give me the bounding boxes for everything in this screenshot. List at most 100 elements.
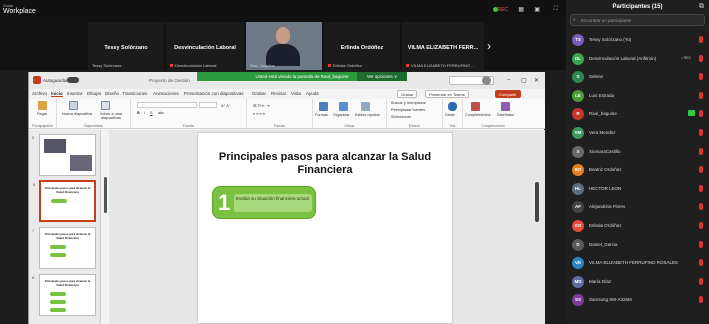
slide-thumbnail[interactable]: 7 Principales pasos para alcanzar la Sal… [32,227,96,269]
current-slide[interactable]: Principales pasos para alcanzar la Salud… [197,132,453,324]
muted-microphone-icon[interactable] [699,54,703,62]
participant-row[interactable]: DL Desvinculación Laboral (Anfitrión) • RE… [566,51,709,67]
muted-microphone-icon[interactable] [699,222,703,229]
muted-microphone-icon[interactable] [699,147,703,155]
muted-microphone-icon[interactable] [699,203,703,211]
present-teams-button[interactable]: Presentar en Teams [425,90,469,98]
muted-icon [406,64,409,67]
menu-dibujar[interactable]: Dibujar [87,91,101,96]
strikethrough-icon[interactable]: abc [158,111,164,115]
user-avatar[interactable] [482,76,491,85]
muted-microphone-icon[interactable] [699,277,703,285]
participant-row[interactable]: TS Tessy Solórzano (Yo) [566,32,709,48]
participant-row[interactable]: MD María Díaz [566,274,709,290]
muted-microphone-icon[interactable] [699,91,703,99]
participant-row[interactable]: X XiomaraCastillo [566,144,709,160]
video-tile[interactable]: Tessy Solórzano Tessy Solórzano [88,22,164,70]
next-page-chevron-icon[interactable]: › [487,39,491,53]
maximize-icon[interactable]: ▢ [521,77,527,84]
select-button[interactable]: Seleccionar [391,115,411,119]
tile-name: Tessy Solórzano [104,45,148,51]
addins-icon[interactable] [471,102,480,111]
slide-scrollbar[interactable] [535,182,539,222]
muted-microphone-icon[interactable] [699,259,703,267]
participant-row[interactable]: VE VILMA ELIZABETH FERRUFINO ROSALES [566,255,709,271]
autosave-toggle[interactable] [67,77,79,83]
participant-row[interactable]: AF Alejandrina Flores [566,199,709,215]
meeting-topbar: Zoom Workplace • REC ▦ ▣ ⛶ [0,0,566,22]
layout-icon[interactable]: ▣ [534,6,540,13]
fullscreen-icon[interactable]: ⛶ [554,6,558,13]
popout-icon[interactable]: ⧉ [699,3,704,11]
muted-microphone-icon[interactable] [699,73,703,81]
font-size-select[interactable] [199,102,217,108]
menu-transiciones[interactable]: Transiciones [122,91,147,96]
bold-icon[interactable]: B [137,111,140,115]
muted-microphone-icon[interactable] [699,36,703,43]
reuse-slides-icon[interactable] [101,101,110,110]
muted-microphone-icon[interactable] [699,129,703,136]
thumbnail-scrollbar[interactable] [104,177,107,213]
recording-tag: • REC [681,55,691,60]
participant-row[interactable]: S Selene [566,69,709,85]
participant-row[interactable]: HL HECTOR LEON [566,181,709,197]
video-tile[interactable]: Desvinculación Laboral Desvinculación La… [166,22,244,70]
arrange-icon[interactable] [339,102,348,111]
close-icon[interactable]: ✕ [534,77,539,84]
menu-inicio[interactable]: Inicio [51,91,63,97]
video-tile[interactable]: VILMA ELIZABETH FERR... VILMA ELIZABETH … [402,22,484,70]
slide-thumbnail[interactable]: 8 Principales pasos para alcanzar la Sal… [32,274,96,316]
new-slide-icon[interactable] [69,101,78,110]
muted-microphone-icon[interactable] [699,184,703,192]
paste-icon[interactable] [38,101,47,110]
participant-row[interactable]: R Raul_baguine [566,106,709,122]
align-icon[interactable]: ≡ ≡ ≡ ≡ [253,112,265,116]
menu-diseno[interactable]: Diseño [105,91,119,96]
muted-microphone-icon[interactable] [699,110,703,118]
participant-row[interactable]: SS Samsung SM-A325M [566,292,709,308]
menu-grabar[interactable]: Grabar [252,91,266,96]
microphone-icon[interactable] [448,102,457,111]
slide-thumbnail-selected[interactable]: 6 Principales pasos para alcanzar la Sal… [33,180,96,222]
compartir-button[interactable]: Compartir [495,90,521,98]
participant-row[interactable]: LE Luis Estrada [566,88,709,104]
menu-presentacion[interactable]: Presentación con diapositivas [184,91,244,96]
muted-microphone-icon[interactable] [699,296,703,304]
muted-microphone-icon[interactable] [699,240,703,248]
participant-row[interactable]: EO Erlinda Ordóñez [566,218,709,234]
grabar-button[interactable]: Grabar [397,90,418,98]
muted-microphone-icon[interactable] [699,166,703,174]
menu-animaciones[interactable]: Animaciones [153,91,179,96]
underline-icon[interactable]: S [150,111,153,115]
view-options-button[interactable]: Ver opciones ∨ [357,72,407,81]
designer-icon[interactable] [501,102,510,111]
font-family-select[interactable] [137,102,197,108]
participant-row[interactable]: BO Beatriz Ordoñez [566,162,709,178]
grow-font-icon[interactable]: A⁺ A⁻ [221,103,231,108]
participant-avatar: SS [572,294,584,307]
participant-search-input[interactable]: Encontrar un participante [570,14,705,26]
document-name: Proyecto de Gestión [149,78,190,83]
replace-fonts-button[interactable]: Reemplazar fuentes [391,108,425,112]
menu-insertar[interactable]: Insertar [67,91,82,96]
menu-revisar[interactable]: Revisar [271,91,286,96]
participant-row[interactable]: VM Vera Mendez [566,125,709,141]
bullets-icon[interactable]: ☰ ☷ ⇤ ⇥ [253,103,269,108]
shapes-icon[interactable] [319,102,328,111]
quick-styles-icon[interactable] [361,102,370,111]
minimize-icon[interactable]: – [507,77,510,83]
find-button[interactable]: Buscar y reemplazar [391,101,426,105]
step-1-shape[interactable]: 1 Evalúa su situación financiera actual [212,186,316,219]
active-speaker-video-tile[interactable]: Raul_baguine [246,22,322,70]
view-icon[interactable]: ▦ [518,6,524,13]
addins-label: Complementos [465,113,491,117]
video-tile[interactable]: Erlinda Ordóñez Erlinda Ordóñez [324,22,400,70]
slide-thumbnail[interactable]: 5 [32,134,96,176]
participant-avatar: DL [572,52,584,65]
dictate-label: Dictar [445,113,455,117]
menu-archivo[interactable]: Archivo [32,91,47,96]
italic-icon[interactable]: I [144,111,145,115]
menu-vista[interactable]: Vista [291,91,301,96]
menu-ayuda[interactable]: Ayuda [306,91,319,96]
participant-row[interactable]: D Daniel_Garcia [566,237,709,253]
